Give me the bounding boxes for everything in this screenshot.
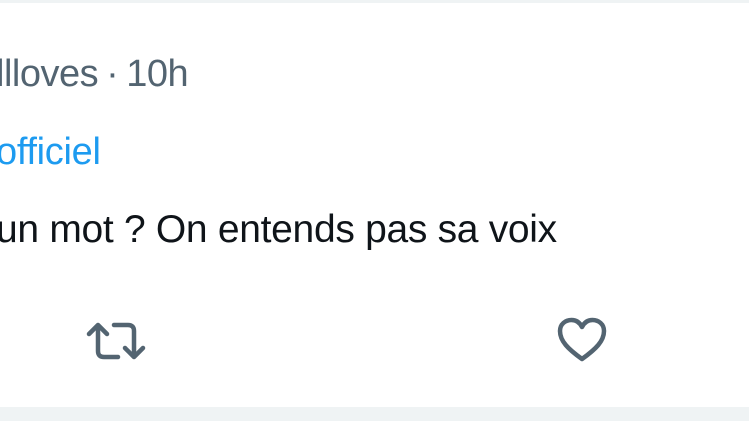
header-separator: · xyxy=(106,52,119,95)
tweet-card: llloves · 10h officiel un mot ? On enten… xyxy=(0,0,749,421)
tweet-text: un mot ? On entends pas sa voix xyxy=(0,208,557,251)
reply-to-mention[interactable]: officiel xyxy=(0,126,101,178)
author-handle[interactable]: llloves xyxy=(0,53,99,96)
retweet-icon xyxy=(86,322,146,360)
heart-icon xyxy=(557,317,607,362)
top-divider xyxy=(0,0,749,3)
bottom-divider xyxy=(0,407,749,421)
like-button[interactable] xyxy=(548,312,616,368)
tweet-timestamp[interactable]: 10h xyxy=(126,53,188,96)
retweet-button[interactable] xyxy=(78,313,152,369)
tweet-header: llloves · 10h xyxy=(0,48,189,100)
reply-to-handle[interactable]: officiel xyxy=(0,131,101,174)
